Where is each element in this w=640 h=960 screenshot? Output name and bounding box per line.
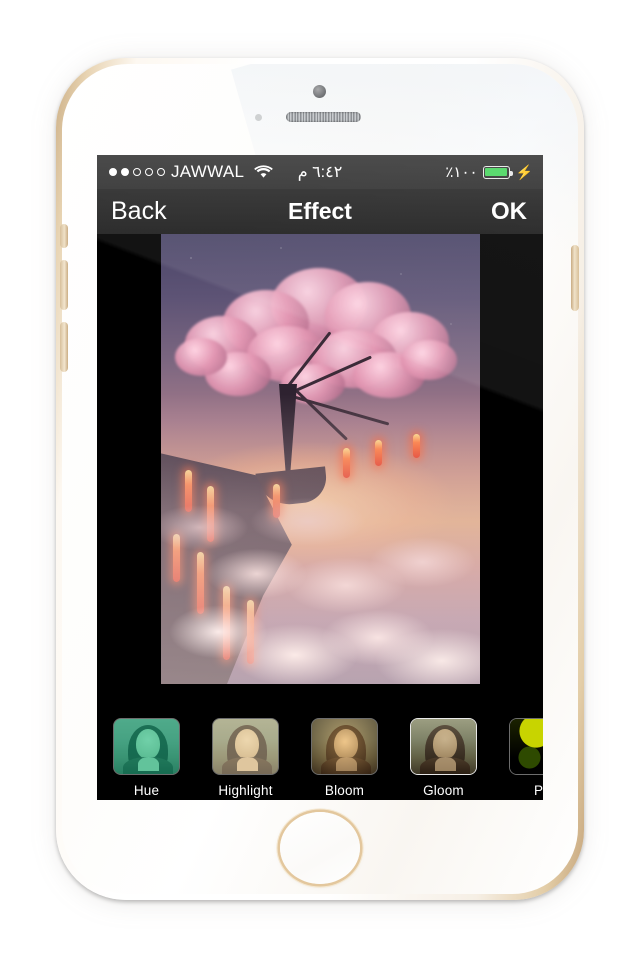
ok-button[interactable]: OK (491, 198, 543, 226)
power-button[interactable] (571, 245, 579, 311)
earpiece-speaker-icon (286, 112, 361, 122)
preview-photo[interactable] (161, 234, 480, 684)
filter-label: Bloom (324, 783, 365, 798)
filter-item-bloom[interactable]: Bloom (295, 718, 394, 798)
status-bar: JAWWAL ٦:٤٢ م ٪١٠٠ ⚡ (97, 155, 543, 189)
filter-item-highlight[interactable]: Highlight (196, 718, 295, 798)
front-camera-icon (313, 85, 326, 98)
battery-fill (484, 167, 508, 177)
cloud-sea (161, 394, 480, 684)
filter-label: Highlight (218, 783, 273, 798)
screenshot-stage: JAWWAL ٦:٤٢ م ٪١٠٠ ⚡ Back Effect OK Hue … (0, 0, 640, 960)
filter-thumbnail-selected[interactable] (410, 718, 477, 775)
battery-icon (482, 165, 513, 179)
signal-strength-icon (109, 168, 165, 176)
filter-item-gloom[interactable]: Gloom (394, 718, 493, 798)
silent-switch[interactable] (60, 224, 68, 248)
proximity-sensor-icon (255, 114, 262, 121)
phone-screen: JAWWAL ٦:٤٢ م ٪١٠٠ ⚡ Back Effect OK Hue … (97, 155, 543, 800)
filter-item-posterize[interactable]: Po (493, 718, 543, 798)
status-bar-left: JAWWAL (97, 162, 274, 182)
volume-up-button[interactable] (60, 260, 68, 310)
filter-thumbnail[interactable] (509, 718, 543, 775)
volume-down-button[interactable] (60, 322, 68, 372)
posterize-preview-icon (510, 719, 543, 774)
carrier-label: JAWWAL (171, 162, 245, 181)
back-button[interactable]: Back (97, 197, 167, 226)
navigation-bar: Back Effect OK (97, 189, 543, 234)
filter-strip[interactable]: Hue Highlight Bloom Gloom P (97, 712, 543, 800)
filter-thumbnail[interactable] (113, 718, 180, 775)
filter-item-hue[interactable]: Hue (97, 718, 196, 798)
filter-label: Hue (133, 783, 160, 798)
filter-thumbnail[interactable] (311, 718, 378, 775)
home-button[interactable] (280, 812, 360, 884)
wifi-icon (254, 165, 274, 178)
filter-label: Po (534, 783, 543, 798)
filter-label: Gloom (423, 783, 464, 798)
battery-percent-label: ٪١٠٠ (445, 164, 478, 181)
status-bar-right: ٪١٠٠ ⚡ (445, 163, 543, 182)
photo-canvas (97, 234, 543, 712)
filter-thumbnail[interactable] (212, 718, 279, 775)
lightning-bolt-icon: ⚡ (515, 163, 533, 180)
